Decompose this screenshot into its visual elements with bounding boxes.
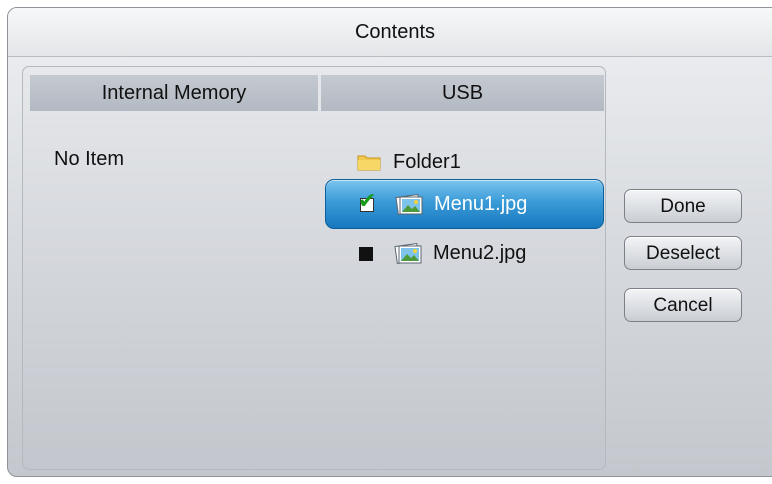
file-label: Menu1.jpg — [434, 193, 528, 215]
file-checkbox[interactable] — [359, 247, 373, 261]
folder-label: Folder1 — [393, 151, 461, 173]
cancel-button[interactable]: Cancel — [624, 288, 742, 322]
deselect-button[interactable]: Deselect — [624, 236, 742, 270]
image-file-icon — [395, 193, 423, 216]
empty-state-text: No Item — [54, 148, 125, 170]
contents-panel: Internal Memory USB No Item Folder1 ✔ Me… — [22, 66, 606, 470]
list-item-file[interactable]: Menu2.jpg — [325, 229, 604, 279]
folder-icon — [357, 155, 381, 171]
done-button[interactable]: Done — [624, 189, 742, 223]
image-file-icon — [394, 242, 422, 265]
contents-dialog: Contents Internal Memory USB No Item Fol… — [7, 7, 772, 477]
tab-usb[interactable]: USB — [321, 75, 604, 111]
list-item-file[interactable]: ✔ Menu1.jpg — [325, 179, 604, 229]
tab-internal-memory[interactable]: Internal Memory — [30, 75, 318, 111]
file-checkbox[interactable]: ✔ — [358, 191, 376, 213]
file-label: Menu2.jpg — [433, 242, 527, 264]
checkmark-icon: ✔ — [358, 189, 377, 214]
dialog-title: Contents — [8, 8, 772, 57]
